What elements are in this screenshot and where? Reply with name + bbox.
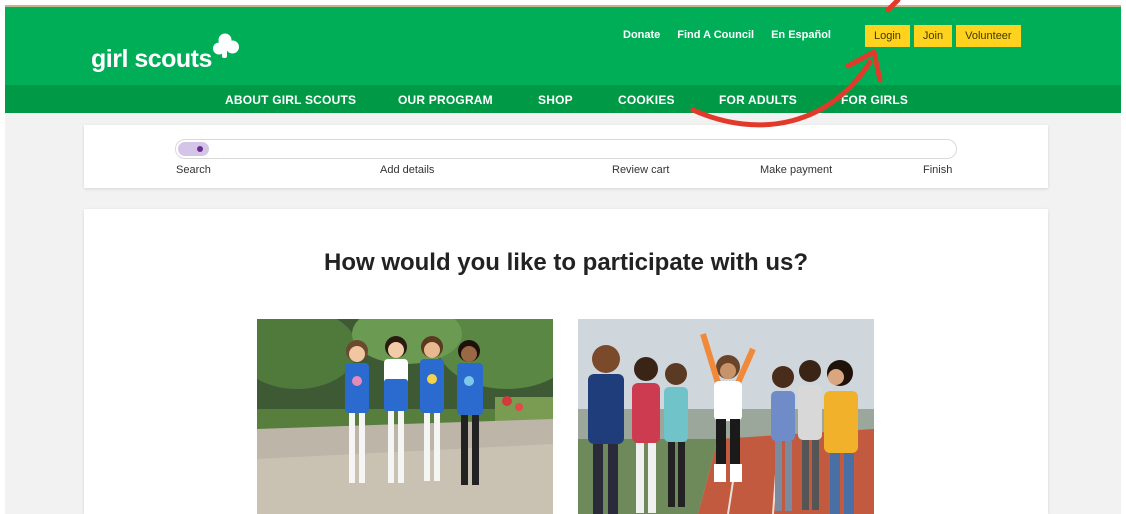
join-button[interactable]: Join (913, 25, 953, 47)
step-make-payment: Make payment (760, 164, 833, 176)
volunteer-button[interactable]: Volunteer (956, 25, 1021, 47)
progress-bar (175, 139, 957, 159)
nav-item-about-girl-scouts[interactable]: ABOUT GIRL SCOUTS (225, 93, 356, 107)
photo-girls-cheering[interactable] (578, 319, 874, 514)
nav-item-cookies[interactable]: COOKIES (618, 93, 675, 107)
progress-dot (197, 146, 203, 152)
girl-scouts-logo[interactable]: girl scouts (91, 33, 240, 77)
page-title: How would you like to participate with u… (323, 249, 809, 276)
nav-item-for-adults[interactable]: FOR ADULTS (719, 93, 797, 107)
nav-item-our-program[interactable]: OUR PROGRAM (398, 93, 493, 107)
step-search: Search (176, 164, 211, 176)
site-header: girl scouts Donate Find A Council En Esp… (5, 7, 1121, 85)
login-button[interactable]: Login (865, 25, 910, 47)
en-espanol-link[interactable]: En Español (771, 29, 831, 41)
trefoil-icon (212, 33, 239, 58)
auth-buttons: Login Join Volunteer (865, 25, 1021, 47)
step-finish: Finish (923, 164, 953, 176)
main-nav: ABOUT GIRL SCOUTS OUR PROGRAM SHOP COOKI… (5, 85, 1121, 113)
screen-frame-top (0, 0, 1126, 7)
participation-card: How would you like to participate with u… (84, 209, 1048, 514)
photo-girls-in-uniform[interactable] (257, 319, 553, 514)
utility-links: Donate Find A Council En Español (623, 29, 831, 41)
progress-fill (178, 142, 209, 156)
step-add-details: Add details (380, 164, 435, 176)
nav-item-shop[interactable]: SHOP (538, 93, 573, 107)
logo-text: girl scouts (91, 45, 212, 73)
find-a-council-link[interactable]: Find A Council (677, 29, 754, 41)
screen-frame-right (1121, 7, 1126, 514)
donate-link[interactable]: Donate (623, 29, 660, 41)
progress-card: Search Add details Review cart Make paym… (84, 125, 1048, 188)
nav-item-for-girls[interactable]: FOR GIRLS (841, 93, 908, 107)
step-review-cart: Review cart (612, 164, 670, 176)
